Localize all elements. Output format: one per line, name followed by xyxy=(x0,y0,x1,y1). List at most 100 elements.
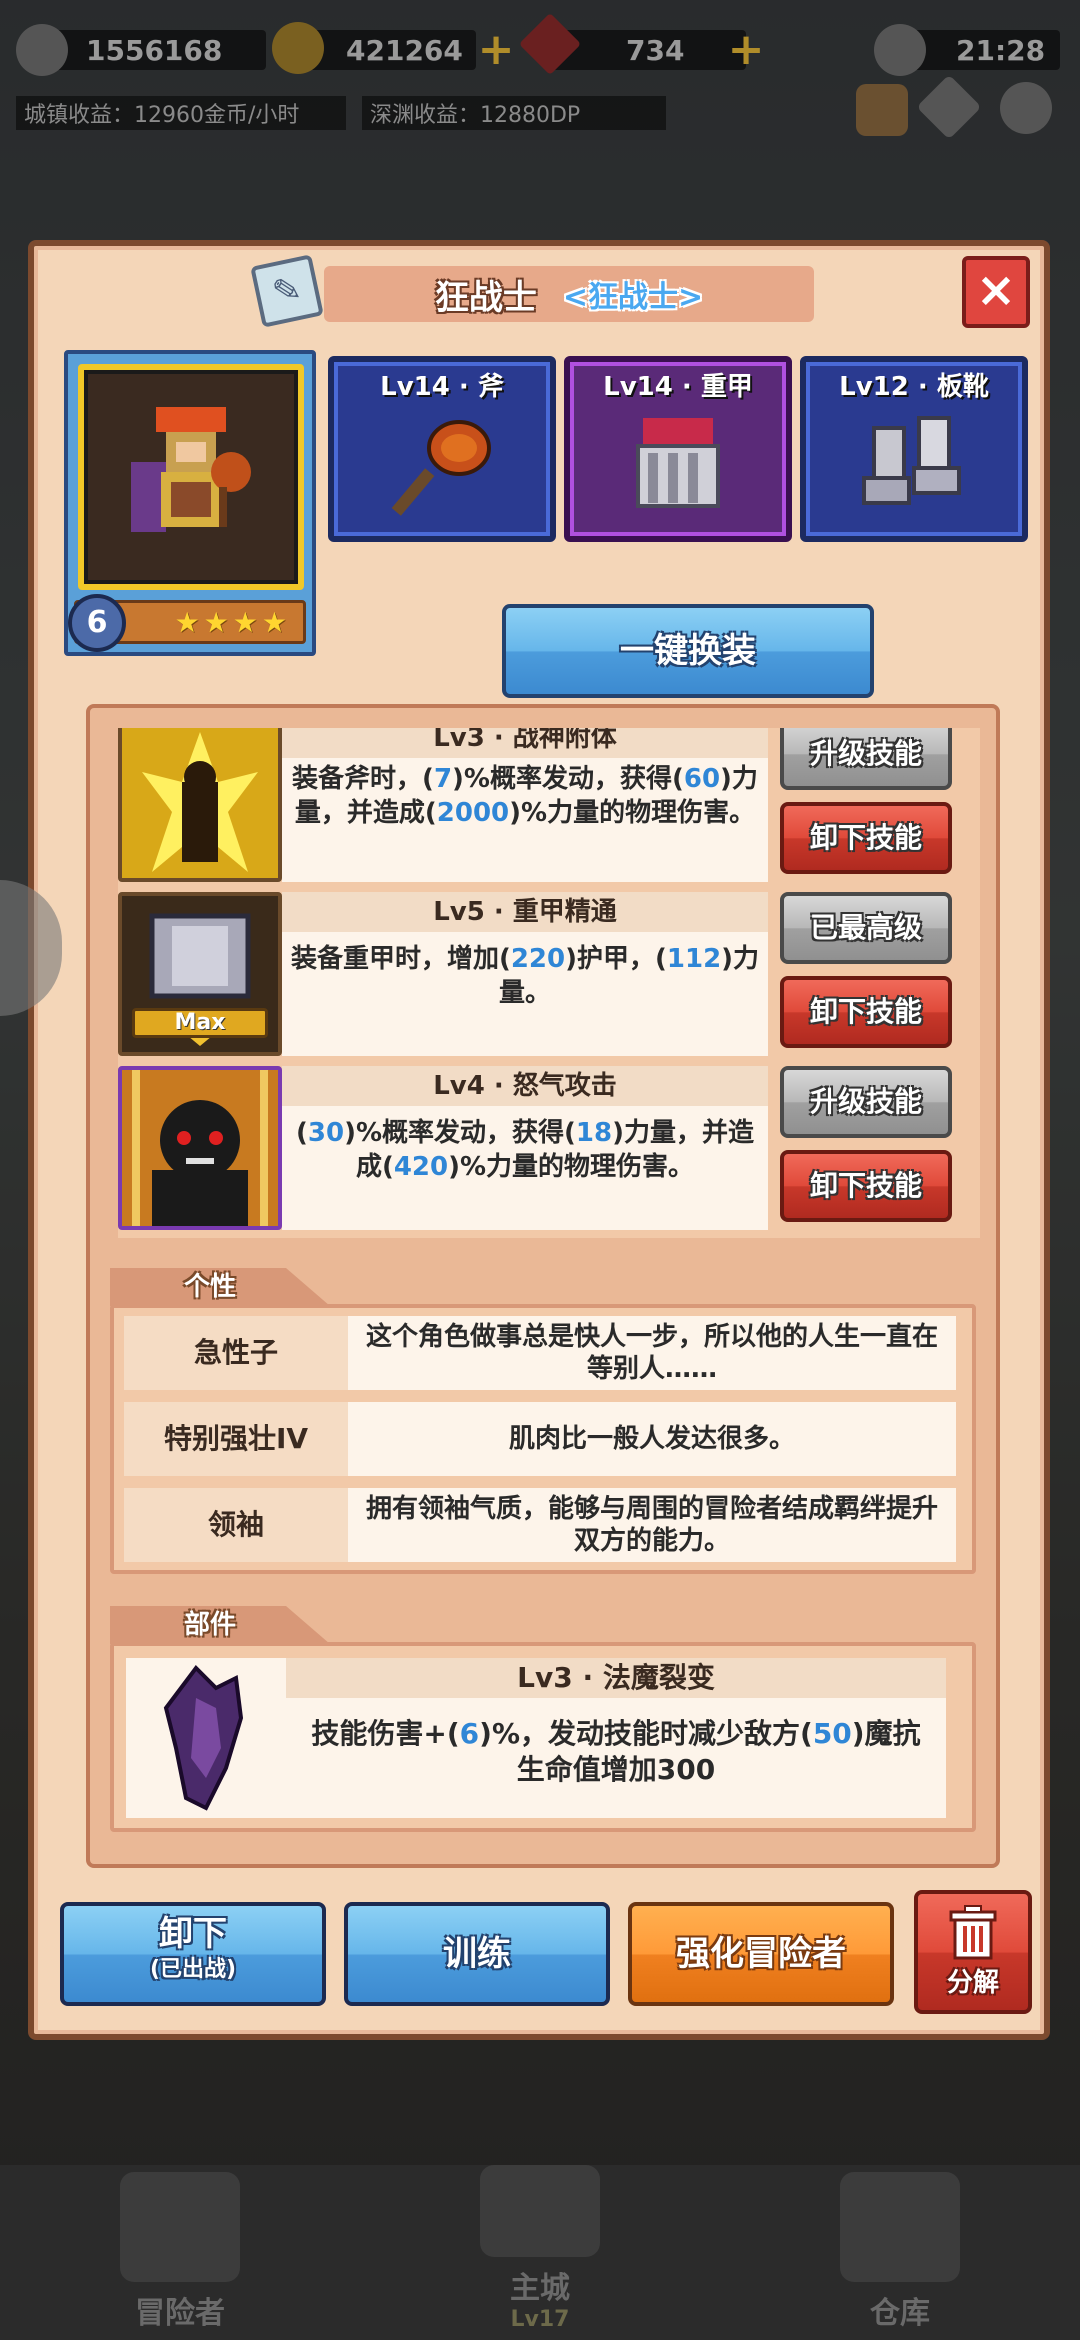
desc-text: )%力量的物理伤害。 xyxy=(509,798,756,828)
desc-text: ( xyxy=(296,1118,308,1148)
desc-text: 装备斧时，( xyxy=(292,764,434,794)
skill-description: 装备斧时，(7)%概率发动，获得(60)力量，并造成(2000)%力量的物理伤害… xyxy=(282,758,768,830)
dark-claw-icon xyxy=(163,1664,244,1811)
berserker-sprite-icon xyxy=(131,407,251,547)
trait-description: 肌肉比一般人发达很多。 xyxy=(348,1402,956,1476)
nav-main-city[interactable]: 主城 Lv17 xyxy=(360,2165,720,2340)
details-panel: Lv3 · 战神附体 装备斧时，(7)%概率发动，获得(60)力量，并造成(20… xyxy=(86,704,1000,1868)
add-gold-button[interactable]: + xyxy=(476,28,516,72)
desc-text: )魔抗 xyxy=(851,1717,921,1750)
equip-slot-armor[interactable]: Lv14 · 重甲 xyxy=(564,356,792,542)
desc-number: 6 xyxy=(459,1717,480,1750)
star-icon: ★ xyxy=(203,605,229,639)
desc-text: )%概率发动，获得( xyxy=(452,764,684,794)
trait-name: 特别强壮IV xyxy=(124,1402,348,1476)
unequip-label: 卸下 xyxy=(159,1914,227,1954)
close-button[interactable]: × xyxy=(962,256,1030,328)
desc-text: 技能伤害+( xyxy=(311,1717,460,1750)
unequip-hero-button[interactable]: 卸下 (已出战) xyxy=(60,1902,326,2006)
title-bar: 狂战士 <狂战士> xyxy=(324,266,814,322)
upgrade-skill-button[interactable]: 升级技能 xyxy=(780,1066,952,1138)
trait-description: 拥有领袖气质，能够与周围的冒险者结成羁绊提升双方的能力。 xyxy=(348,1488,956,1562)
top-hud: 1556168 421264 + 734 + 21:28 城镇收益：12960金… xyxy=(0,0,1080,140)
max-level-badge: Max xyxy=(132,1008,268,1038)
nav-warehouse[interactable]: 仓库 xyxy=(720,2165,1080,2340)
castle-icon xyxy=(480,2165,600,2257)
skill-row: Lv3 · 战神附体 装备斧时，(7)%概率发动，获得(60)力量，并造成(20… xyxy=(118,728,980,884)
skill-list[interactable]: Lv3 · 战神附体 装备斧时，(7)%概率发动，获得(60)力量，并造成(20… xyxy=(118,728,980,1238)
skill-row: Max Lv5 · 重甲精通 装备重甲时，增加(220)护甲，(112)力量。 … xyxy=(118,892,980,1058)
desc-text: )护甲，( xyxy=(565,944,667,974)
skill-name: Lv5 · 重甲精通 xyxy=(282,892,768,932)
reward-chest-icon[interactable] xyxy=(856,84,908,136)
unequip-skill-button[interactable]: 卸下技能 xyxy=(780,976,952,1048)
skill-description: 装备重甲时，增加(220)护甲，(112)力量。 xyxy=(282,932,768,1010)
equip-armor-label: Lv14 · 重甲 xyxy=(603,372,753,402)
town-income: 城镇收益：12960金币/小时 xyxy=(16,96,346,130)
abyss-income-text: 深渊收益：12880DP xyxy=(370,103,581,128)
desc-text: )%，发动技能时减少敌方( xyxy=(479,1717,813,1750)
clock-value: 21:28 xyxy=(956,33,1046,67)
dismantle-button[interactable]: 分解 xyxy=(914,1890,1032,2014)
skill-info: Lv3 · 战神附体 装备斧时，(7)%概率发动，获得(60)力量，并造成(20… xyxy=(282,728,768,882)
trait-name: 急性子 xyxy=(124,1316,348,1390)
desc-text: )%力量的物理伤害。 xyxy=(448,1152,695,1182)
desc-text: )%概率发动，获得( xyxy=(344,1118,576,1148)
trash-icon xyxy=(949,1905,997,1960)
nav-adventurers[interactable]: 冒险者 xyxy=(0,2165,360,2340)
gem-counter: 734 xyxy=(546,30,746,70)
equip-slot-weapon[interactable]: Lv14 · 斧 xyxy=(328,356,556,542)
gear-icon[interactable] xyxy=(1000,82,1052,134)
unequip-skill-button[interactable]: 卸下技能 xyxy=(780,802,952,874)
hero-portrait-card[interactable]: ★ ★ ★ ★ 6 xyxy=(64,350,316,656)
desc-number: 60 xyxy=(683,764,721,794)
add-gem-button[interactable]: + xyxy=(726,28,766,72)
part-box: Lv3 · 法魔裂变 技能伤害+(6)%，发动技能时减少敌方(50)魔抗 生命值… xyxy=(110,1642,976,1832)
town-income-text: 城镇收益：12960金币/小时 xyxy=(24,103,300,128)
hero-name: 狂战士 xyxy=(434,277,537,318)
compass-icon[interactable] xyxy=(916,74,982,140)
plate-boots-icon xyxy=(862,415,961,505)
bottom-navigation: 冒险者 主城 Lv17 仓库 xyxy=(0,2165,1080,2340)
quick-equip-button[interactable]: 一键换装 xyxy=(502,604,874,698)
knight-helmet-icon xyxy=(120,2172,240,2282)
enhance-hero-button[interactable]: 强化冒险者 xyxy=(628,1902,894,2006)
heavy-armor-icon xyxy=(636,417,720,508)
desc-number: 220 xyxy=(510,944,566,974)
desc-number: 18 xyxy=(575,1118,613,1148)
main-city-level: Lv17 xyxy=(510,2307,570,2332)
part-desc-line2: 生命值增加300 xyxy=(516,1753,716,1786)
trait-name: 领袖 xyxy=(124,1488,348,1562)
unequip-skill-button[interactable]: 卸下技能 xyxy=(780,1150,952,1222)
part-icon xyxy=(126,1658,286,1818)
hero-class: <狂战士> xyxy=(562,280,704,315)
hero-portrait xyxy=(78,364,304,590)
skill-row: Lv4 · 怒气攻击 (30)%概率发动，获得(18)力量，并造成(420)%力… xyxy=(118,1066,980,1232)
personality-box: 急性子 这个角色做事总是快人一步，所以他的人生一直在等别人…… 特别强壮IV 肌… xyxy=(110,1304,976,1574)
desc-number: 50 xyxy=(812,1717,852,1750)
part-header: 部件 xyxy=(110,1606,330,1644)
part-desc-line1: 技能伤害+(6)%，发动技能时减少敌方(50)魔抗 xyxy=(286,1716,946,1752)
star-icon: ★ xyxy=(232,605,258,639)
skill-info: Lv4 · 怒气攻击 (30)%概率发动，获得(18)力量，并造成(420)%力… xyxy=(282,1066,768,1230)
notebook-icon: ✎ xyxy=(250,254,324,328)
equip-boots-label: Lv12 · 板靴 xyxy=(839,372,989,402)
war-god-skill-icon xyxy=(118,728,282,882)
nav-warehouse-label: 仓库 xyxy=(870,2296,930,2331)
desc-number: 30 xyxy=(307,1118,345,1148)
max-level-button[interactable]: 已最高级 xyxy=(780,892,952,964)
desc-text: 装备重甲时，增加( xyxy=(290,944,511,974)
star-icon: ★ xyxy=(174,605,200,639)
warehouse-icon xyxy=(840,2172,960,2282)
equip-slot-boots[interactable]: Lv12 · 板靴 xyxy=(800,356,1028,542)
clock-icon xyxy=(874,24,926,76)
skill-name: Lv3 · 战神附体 xyxy=(282,728,768,758)
train-button[interactable]: 训练 xyxy=(344,1902,610,2006)
personality-header: 个性 xyxy=(110,1268,330,1306)
desc-number: 112 xyxy=(666,944,722,974)
dismantle-label: 分解 xyxy=(946,1968,999,1998)
heavy-armor-mastery-skill-icon: Max xyxy=(118,892,282,1056)
skill-name: Lv4 · 怒气攻击 xyxy=(282,1066,768,1106)
upgrade-skill-button[interactable]: 升级技能 xyxy=(780,728,952,790)
rage-attack-skill-icon xyxy=(118,1066,282,1230)
